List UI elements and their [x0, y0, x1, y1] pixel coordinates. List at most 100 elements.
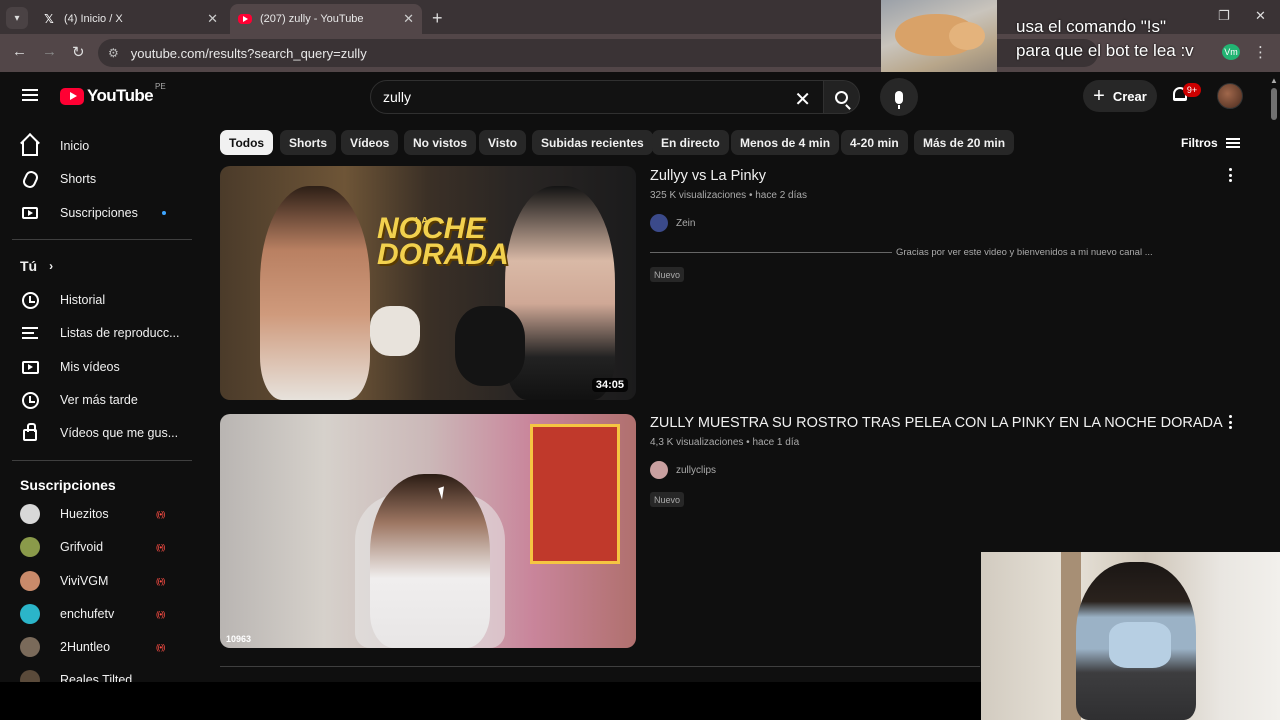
liked-icon — [20, 423, 40, 443]
video-metadata: 4,3 K visualizaciones • hace 1 día — [650, 437, 800, 448]
webcam-face-mask — [1109, 622, 1171, 668]
description-text: Gracias por ver este video y bienvenidos… — [896, 247, 1153, 258]
subscription-item[interactable]: 2Huntleo — [12, 630, 192, 664]
account-avatar[interactable] — [1217, 83, 1243, 109]
channel-link[interactable]: Zein — [650, 214, 695, 232]
view-count: 325 K visualizaciones — [650, 190, 747, 201]
sidebar-item-my-videos[interactable]: Mis vídeos — [12, 350, 192, 384]
filter-chip-4-20-min[interactable]: 4-20 min — [841, 130, 908, 155]
channel-name: Zein — [676, 217, 696, 229]
search-value: zully — [383, 89, 412, 105]
create-label: Crear — [1112, 88, 1147, 104]
shorts-icon — [20, 168, 40, 190]
channel-avatar — [650, 214, 668, 232]
history-icon — [20, 290, 40, 310]
stream-badge: Vm — [1222, 44, 1240, 60]
restore-window-icon[interactable]: ❐ — [1218, 8, 1230, 24]
browser-menu-icon[interactable]: ⋮ — [1253, 43, 1268, 61]
subscription-item[interactable]: Huezitos — [12, 497, 192, 531]
menu-icon[interactable] — [22, 89, 38, 101]
browser-tab-youtube[interactable]: (207) zully - YouTube ✕ — [230, 4, 422, 34]
filters-button[interactable]: Filtros — [1181, 136, 1240, 150]
subscription-name: Huezitos — [60, 507, 109, 521]
subscriptions-icon — [20, 203, 40, 223]
close-tab-icon[interactable]: ✕ — [403, 11, 414, 27]
sidebar-item-history[interactable]: Historial — [12, 283, 192, 317]
forward-icon[interactable]: → — [42, 43, 57, 60]
close-tab-icon[interactable]: ✕ — [207, 11, 218, 27]
channel-avatar — [20, 571, 40, 591]
video-thumbnail[interactable]: LA NOCHE DORADA 34:05 — [220, 166, 636, 400]
new-tab-icon[interactable]: + — [432, 8, 443, 29]
subscription-item[interactable]: ViviVGM — [12, 564, 192, 598]
sidebar-you-heading[interactable]: Tú › — [12, 249, 192, 283]
channel-name: zullyclips — [676, 464, 717, 476]
home-icon — [20, 136, 40, 156]
scroll-up-icon[interactable]: ▲ — [1270, 76, 1278, 85]
sidebar-item-label: Historial — [60, 293, 106, 307]
video-duration: 34:05 — [591, 378, 628, 392]
youtube-icon — [238, 14, 252, 24]
url-text: youtube.com/results?search_query=zully — [130, 45, 367, 61]
subscription-name: Reales Tilted — [60, 673, 133, 682]
dog-camera-overlay — [881, 0, 997, 78]
sidebar-item-playlists[interactable]: Listas de reproducc... — [12, 316, 192, 350]
more-actions-icon[interactable] — [1228, 415, 1232, 429]
thumbnail-glove — [370, 306, 420, 356]
create-button[interactable]: + Crear — [1083, 80, 1157, 112]
browser-tab-x[interactable]: 𝕏 (4) Inicio / X ✕ — [34, 4, 226, 34]
filter-chip-all[interactable]: Todos — [220, 130, 274, 155]
search-button[interactable] — [824, 80, 860, 114]
more-actions-icon[interactable] — [1228, 168, 1232, 182]
clear-search-icon[interactable]: ✕ — [794, 87, 811, 112]
subscriptions-heading: Suscripciones — [20, 477, 116, 493]
x-icon: 𝕏 — [44, 12, 54, 26]
channel-avatar — [20, 537, 40, 557]
notification-count-badge: 9+ — [1183, 83, 1201, 97]
sidebar-item-shorts[interactable]: Shorts — [12, 162, 192, 196]
filter-chip-videos[interactable]: Vídeos — [341, 130, 399, 155]
live-indicator-icon: ((•)) — [156, 577, 166, 586]
video-thumbnail[interactable]: 10963 — [220, 414, 636, 648]
filter-chip-watched[interactable]: Visto — [479, 130, 527, 155]
channel-avatar — [20, 604, 40, 624]
thumbnail-person — [260, 186, 370, 400]
sidebar-item-label: Vídeos que me gus... — [60, 426, 179, 440]
filter-chip-unwatched[interactable]: No vistos — [404, 130, 477, 155]
reload-icon[interactable]: ↻ — [72, 43, 85, 61]
youtube-logo[interactable]: YouTube PE — [60, 82, 166, 106]
video-title[interactable]: Zullyy vs La Pinky — [650, 168, 766, 184]
upload-age: hace 2 días — [755, 190, 807, 201]
thumbnail-text: NOCHE DORADA — [377, 212, 509, 271]
search-input[interactable]: zully ✕ — [370, 80, 824, 114]
filter-chip-over-20-min[interactable]: Más de 20 min — [914, 130, 1015, 155]
country-code: PE — [155, 82, 166, 91]
channel-avatar — [650, 461, 668, 479]
back-icon[interactable]: ← — [12, 43, 27, 60]
sidebar-item-home[interactable]: Inicio — [12, 129, 192, 163]
filter-chip-under-4-min[interactable]: Menos de 4 min — [731, 130, 840, 155]
you-heading-text: Tú — [20, 258, 38, 274]
my-videos-icon — [20, 357, 40, 377]
filter-chip-recent[interactable]: Subidas recientes — [532, 130, 653, 155]
tab-search-button[interactable]: ▾ — [6, 7, 28, 29]
filter-chip-shorts[interactable]: Shorts — [280, 130, 337, 155]
sidebar: Inicio Shorts Suscripciones Tú › Histori… — [0, 122, 200, 682]
channel-link[interactable]: zullyclips — [650, 461, 716, 479]
subscription-item[interactable]: Reales Tilted — [12, 663, 192, 682]
channel-avatar — [20, 637, 40, 657]
subscription-item[interactable]: enchufetv — [12, 597, 192, 631]
filter-chip-live[interactable]: En directo — [652, 130, 729, 155]
sidebar-item-liked-videos[interactable]: Vídeos que me gus... — [12, 416, 192, 450]
video-title[interactable]: ZULLY MUESTRA SU ROSTRO TRAS PELEA CON L… — [650, 415, 1223, 431]
subscription-item[interactable]: Grifvoid — [12, 530, 192, 564]
subscription-name: Grifvoid — [60, 540, 104, 554]
voice-search-button[interactable] — [880, 78, 918, 116]
sidebar-item-watch-later[interactable]: Ver más tarde — [12, 383, 192, 417]
subscription-name: 2Huntleo — [60, 640, 111, 654]
page-scrollbar[interactable] — [1271, 88, 1277, 120]
close-window-icon[interactable]: ✕ — [1255, 8, 1266, 24]
webcam-overlay — [981, 552, 1280, 720]
description-divider — [650, 252, 892, 253]
site-info-icon[interactable]: ⚙ — [108, 46, 119, 60]
